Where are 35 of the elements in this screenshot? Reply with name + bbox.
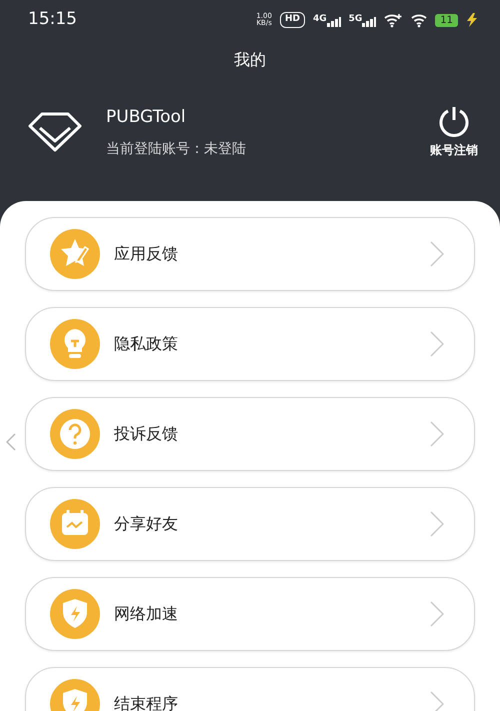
shield-bolt-icon	[50, 589, 100, 639]
app-name: PUBGTool	[106, 106, 187, 129]
signal-icon	[362, 16, 376, 27]
network-type: 5G	[348, 13, 362, 26]
diamond-logo-icon	[28, 112, 82, 152]
account-status: 未登陆	[204, 140, 246, 156]
back-edge-icon[interactable]	[6, 433, 16, 451]
chevron-icon	[430, 331, 444, 357]
menu-item[interactable]: 分享好友	[25, 487, 475, 561]
chevron-icon	[430, 511, 444, 537]
page-title: 我的	[234, 50, 266, 69]
network-type: 4G	[312, 13, 327, 26]
wifi-icon	[411, 12, 428, 28]
chevron-icon	[430, 601, 444, 627]
menu-item[interactable]: 网络加速	[25, 577, 475, 651]
calendar-icon	[50, 499, 100, 549]
menu-item[interactable]: 结束程序	[25, 667, 475, 711]
menu-item[interactable]: 应用反馈	[25, 217, 475, 291]
chevron-icon	[430, 421, 444, 447]
chevron-icon	[430, 241, 444, 267]
power-icon	[438, 105, 470, 137]
chevron-icon	[430, 691, 444, 711]
battery-indicator: 11	[435, 14, 458, 26]
hd-indicator: HD	[280, 12, 305, 28]
star-pencil-icon	[50, 229, 100, 279]
wifi-hotspot-icon	[384, 12, 404, 28]
menu-item[interactable]: 隐私政策	[25, 307, 475, 381]
logout-button[interactable]: 账号注销	[430, 105, 478, 159]
menu-item[interactable]: 投诉反馈	[25, 397, 475, 471]
question-icon	[50, 409, 100, 459]
lightbulb-icon	[50, 319, 100, 369]
account-label: 当前登陆账号：	[106, 140, 204, 156]
signal-icon	[326, 16, 341, 27]
status-time: 15:15	[28, 8, 77, 32]
charging-icon	[466, 13, 478, 27]
